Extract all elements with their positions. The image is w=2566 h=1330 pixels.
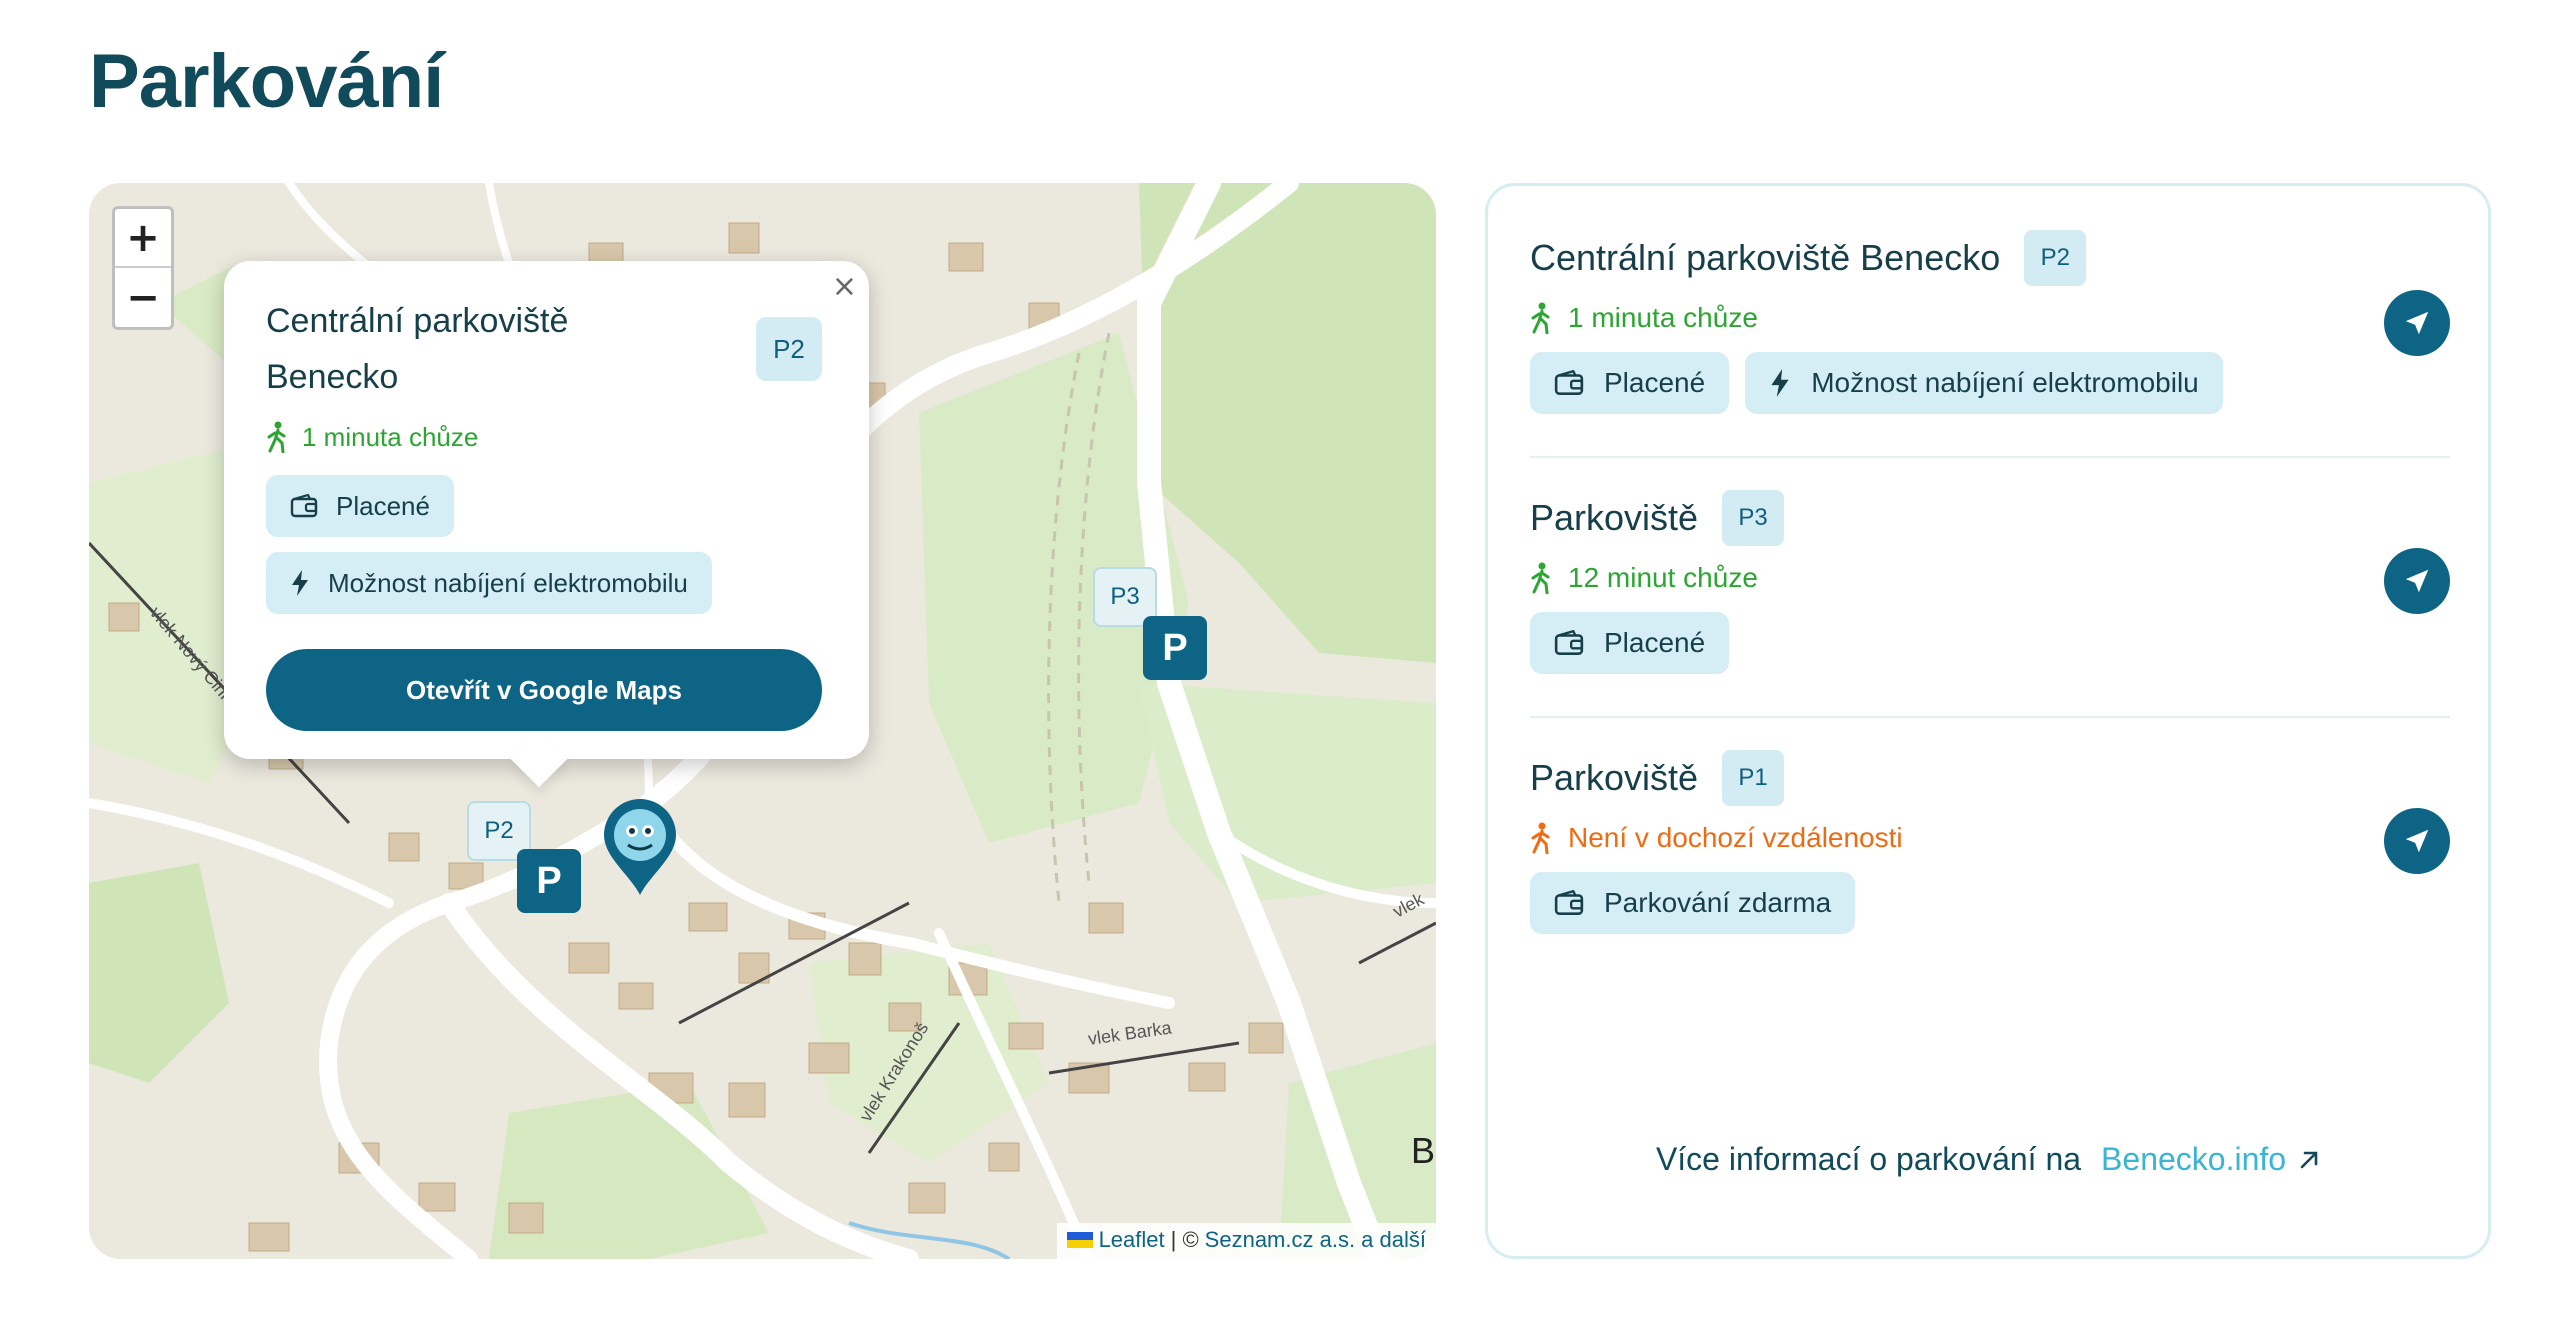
- open-google-maps-button[interactable]: Otevřít v Google Maps: [266, 649, 822, 731]
- parking-name: Centrální parkoviště Benecko: [1530, 237, 2001, 278]
- page-title: Parkování: [89, 39, 444, 124]
- parking-badge: P3: [1722, 490, 1785, 546]
- tag-paid: Placené: [1530, 352, 1730, 414]
- navigate-button[interactable]: [2384, 808, 2450, 874]
- navigation-arrow-icon: [2405, 311, 2429, 335]
- parking-marker-p3[interactable]: P: [1143, 616, 1207, 680]
- zoom-out-button[interactable]: −: [115, 268, 171, 327]
- attribution-separator: | ©: [1170, 1227, 1199, 1252]
- parking-name: Parkoviště: [1530, 497, 1699, 538]
- navigate-button[interactable]: [2384, 290, 2450, 356]
- popup-walk-text: 1 minuta chůze: [302, 421, 479, 452]
- location-pin-icon[interactable]: [602, 797, 678, 897]
- external-arrow-icon: [2300, 1151, 2318, 1168]
- tag-label: Možnost nabíjení elektromobilu: [1811, 367, 2199, 398]
- zoom-control: + −: [112, 206, 174, 330]
- tag-label: Parkování zdarma: [1604, 887, 1832, 918]
- parking-map[interactable]: vlek Nový Cinkáč vlek Krakonoš vlek Bark…: [89, 183, 1436, 1259]
- walking-icon: [1531, 822, 1550, 854]
- divider: [1530, 456, 2450, 458]
- tag-free: Parkování zdarma: [1530, 872, 1856, 934]
- popup-tag-charging: Možnost nabíjení elektromobilu: [266, 552, 712, 614]
- popup-walk-info: 1 minuta chůze: [266, 421, 478, 453]
- lightning-icon: [292, 570, 308, 596]
- more-info: Více informací o parkování na Benecko.in…: [1488, 1141, 2488, 1178]
- popup-tag-label: Placené: [336, 490, 430, 521]
- leaflet-link[interactable]: Leaflet: [1099, 1227, 1165, 1253]
- walking-icon: [1531, 302, 1550, 334]
- tag-paid: Placené: [1530, 612, 1730, 674]
- tag-label: Placené: [1604, 627, 1706, 658]
- walking-icon: [1531, 562, 1550, 594]
- divider: [1530, 716, 2450, 718]
- parking-item-p2[interactable]: Centrální parkoviště Benecko P2 1 minuta…: [1530, 228, 2450, 414]
- popup-close-button[interactable]: ×: [832, 269, 857, 304]
- parking-badge: P1: [1722, 750, 1785, 806]
- parking-badge: P2: [2024, 230, 2087, 286]
- map-popup: × Centrální parkoviště Benecko P2 1 minu…: [224, 261, 869, 788]
- navigation-arrow-icon: [2405, 569, 2429, 593]
- tag-charging: Možnost nabíjení elektromobilu: [1745, 352, 2223, 414]
- ukraine-flag-icon: [1066, 1232, 1093, 1248]
- walk-info: Není v dochozí vzdálenosti: [1530, 822, 2450, 854]
- map-label-b: B: [1411, 1130, 1435, 1171]
- more-info-text: Více informací o parkování na: [1655, 1141, 2082, 1177]
- map-attribution: Leaflet | © Seznam.cz a.s. a další: [1056, 1223, 1436, 1259]
- navigation-arrow-icon: [2405, 829, 2429, 853]
- tag-label: Placené: [1604, 367, 1706, 398]
- parking-name: Parkoviště: [1530, 757, 1699, 798]
- wallet-icon: [1554, 630, 1584, 655]
- navigate-button[interactable]: [2384, 548, 2450, 614]
- benecko-info-link[interactable]: Benecko.info: [2101, 1141, 2320, 1178]
- walk-info: 1 minuta chůze: [1530, 302, 2450, 334]
- parking-item-p1[interactable]: Parkoviště P1 Není v dochozí vzdálenosti…: [1530, 748, 2450, 934]
- walk-text: 12 minut chůze: [1568, 562, 1758, 593]
- popup-tag-label: Možnost nabíjení elektromobilu: [328, 567, 688, 598]
- walk-text: 1 minuta chůze: [1568, 302, 1758, 333]
- wallet-icon: [290, 494, 318, 518]
- popup-tag-paid: Placené: [266, 475, 454, 537]
- wallet-icon: [1554, 890, 1584, 915]
- popup-title: Centrální parkoviště Benecko: [266, 302, 569, 396]
- parking-marker-p2[interactable]: P: [517, 849, 581, 913]
- walking-icon: [267, 421, 286, 453]
- lightning-icon: [1771, 369, 1789, 397]
- walk-info: 12 minut chůze: [1530, 562, 2450, 594]
- parking-list-panel: Centrální parkoviště Benecko P2 1 minuta…: [1485, 183, 2491, 1259]
- wallet-icon: [1554, 370, 1584, 396]
- link-label: Benecko.info: [2101, 1141, 2287, 1177]
- parking-item-p3[interactable]: Parkoviště P3 12 minut chůze Placené: [1530, 488, 2450, 674]
- provider-link[interactable]: Seznam.cz a.s. a další: [1205, 1227, 1426, 1253]
- zoom-in-button[interactable]: +: [115, 209, 171, 268]
- walk-text: Není v dochozí vzdálenosti: [1568, 822, 1903, 853]
- popup-badge: P2: [756, 317, 822, 381]
